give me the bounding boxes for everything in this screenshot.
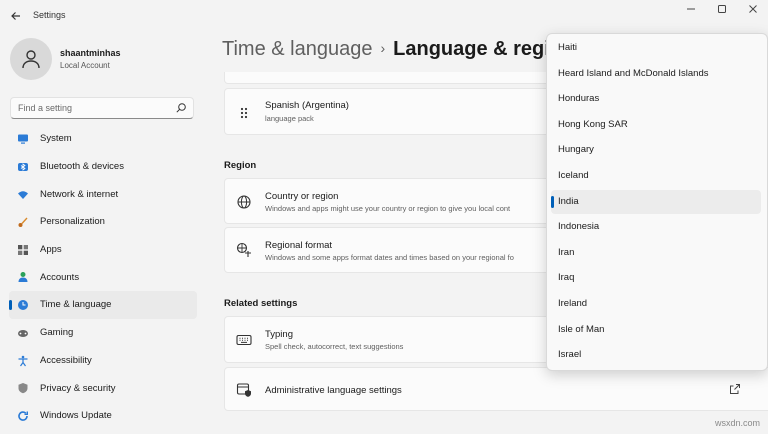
format-title: Regional format bbox=[265, 240, 333, 251]
sidebar-item-network[interactable]: Network & internet bbox=[9, 180, 197, 208]
profile-name: shaantminhas bbox=[60, 48, 121, 58]
wifi-icon bbox=[18, 191, 28, 200]
person-icon bbox=[22, 50, 40, 69]
sidebar-item-personalization[interactable]: Personalization bbox=[9, 208, 197, 236]
sidebar-item-label: Gaming bbox=[40, 327, 74, 339]
country-title: Country or region bbox=[265, 191, 339, 202]
sidebar-item-label: Accessibility bbox=[40, 354, 92, 366]
maximize-button[interactable] bbox=[714, 4, 730, 20]
breadcrumb-separator: › bbox=[380, 40, 386, 56]
globe-icon bbox=[237, 195, 251, 209]
language-title: Spanish (Argentina) bbox=[265, 100, 349, 111]
format-desc: Windows and some apps format dates and t… bbox=[265, 253, 514, 262]
shield-icon bbox=[18, 383, 28, 394]
regional-format-icon bbox=[236, 242, 251, 257]
app-title: Settings bbox=[33, 10, 66, 20]
dropdown-option[interactable]: Hong Kong SAR bbox=[551, 113, 761, 137]
sidebar-item-gaming[interactable]: Gaming bbox=[9, 319, 197, 347]
dropdown-option[interactable]: Iraq bbox=[551, 266, 761, 290]
back-arrow-icon bbox=[11, 12, 20, 20]
sidebar-nav: System Bluetooth & devices Network & int… bbox=[9, 125, 197, 430]
search-icon[interactable] bbox=[175, 102, 187, 114]
person-icon bbox=[18, 272, 28, 283]
sidebar-item-apps[interactable]: Apps bbox=[9, 236, 197, 264]
sidebar-item-label: System bbox=[40, 133, 72, 145]
search-input[interactable] bbox=[18, 100, 168, 116]
drag-handle-icon[interactable] bbox=[236, 105, 252, 121]
account-type: Local Account bbox=[60, 61, 110, 70]
typing-title: Typing bbox=[265, 329, 293, 340]
sidebar-item-label: Network & internet bbox=[40, 188, 119, 200]
dropdown-option[interactable]: Ireland bbox=[551, 292, 761, 316]
sidebar-item-bluetooth[interactable]: Bluetooth & devices bbox=[9, 153, 197, 181]
title-bar: Settings bbox=[0, 0, 768, 32]
sidebar-item-label: Time & language bbox=[40, 299, 112, 311]
monitor-icon bbox=[18, 134, 28, 144]
dropdown-option[interactable]: Hungary bbox=[551, 138, 761, 162]
sidebar-item-time-language[interactable]: Time & language bbox=[9, 291, 197, 319]
search-box[interactable] bbox=[10, 97, 194, 119]
sidebar-item-label: Personalization bbox=[40, 216, 105, 228]
apps-icon bbox=[18, 244, 28, 255]
country-dropdown-list[interactable]: Haiti Heard Island and McDonald Islands … bbox=[546, 33, 768, 371]
globe-clock-icon bbox=[18, 300, 28, 311]
dropdown-option[interactable]: Haiti bbox=[551, 36, 761, 60]
maximize-icon bbox=[718, 5, 726, 13]
sidebar-item-label: Bluetooth & devices bbox=[40, 161, 124, 173]
dropdown-option[interactable]: Honduras bbox=[551, 87, 761, 111]
external-link-icon[interactable] bbox=[729, 383, 741, 395]
sidebar-item-windows-update[interactable]: Windows Update bbox=[9, 402, 197, 430]
admin-window-shield-icon bbox=[236, 383, 251, 397]
close-icon bbox=[749, 5, 757, 13]
country-desc: Windows and apps might use your country … bbox=[265, 204, 511, 213]
typing-desc: Spell check, autocorrect, text suggestio… bbox=[265, 342, 404, 351]
sidebar-item-label: Privacy & security bbox=[40, 382, 116, 394]
dropdown-option[interactable]: Indonesia bbox=[551, 215, 761, 239]
language-desc: language pack bbox=[265, 114, 314, 123]
breadcrumb: Time & language › Language & regio bbox=[222, 38, 562, 61]
sidebar-item-accessibility[interactable]: Accessibility bbox=[9, 347, 197, 375]
region-heading: Region bbox=[224, 160, 257, 171]
sidebar-item-accounts[interactable]: Accounts bbox=[9, 263, 197, 291]
sidebar-item-label: Apps bbox=[40, 244, 62, 256]
update-icon bbox=[18, 411, 28, 421]
watermark: wsxdn.com bbox=[714, 418, 760, 428]
dropdown-option-selected[interactable]: India bbox=[551, 189, 761, 214]
dropdown-option[interactable]: Isle of Man bbox=[551, 318, 761, 342]
controller-icon bbox=[18, 329, 28, 337]
sidebar-item-privacy[interactable]: Privacy & security bbox=[9, 374, 197, 402]
minimize-button[interactable] bbox=[683, 4, 699, 20]
keyboard-icon bbox=[236, 334, 252, 346]
accessibility-icon bbox=[18, 355, 28, 366]
brush-icon bbox=[18, 217, 28, 228]
admin-language-card[interactable]: Administrative language settings bbox=[224, 367, 768, 411]
sidebar-item-system[interactable]: System bbox=[9, 125, 197, 153]
bluetooth-icon bbox=[18, 162, 28, 171]
dropdown-option[interactable]: Heard Island and McDonald Islands bbox=[551, 62, 761, 86]
back-button[interactable] bbox=[6, 6, 26, 26]
close-button[interactable] bbox=[745, 4, 761, 20]
page-title: Language & regio bbox=[393, 38, 563, 60]
dropdown-option[interactable]: Israel bbox=[551, 343, 761, 367]
admin-title: Administrative language settings bbox=[265, 385, 402, 396]
avatar[interactable] bbox=[10, 38, 52, 80]
breadcrumb-parent[interactable]: Time & language bbox=[222, 38, 372, 60]
dropdown-option[interactable]: Iceland bbox=[551, 164, 761, 188]
dropdown-option[interactable]: Iran bbox=[551, 241, 761, 265]
sidebar-item-label: Accounts bbox=[40, 271, 80, 283]
minimize-icon bbox=[687, 8, 695, 10]
related-settings-heading: Related settings bbox=[224, 298, 298, 309]
sidebar-item-label: Windows Update bbox=[40, 410, 112, 422]
